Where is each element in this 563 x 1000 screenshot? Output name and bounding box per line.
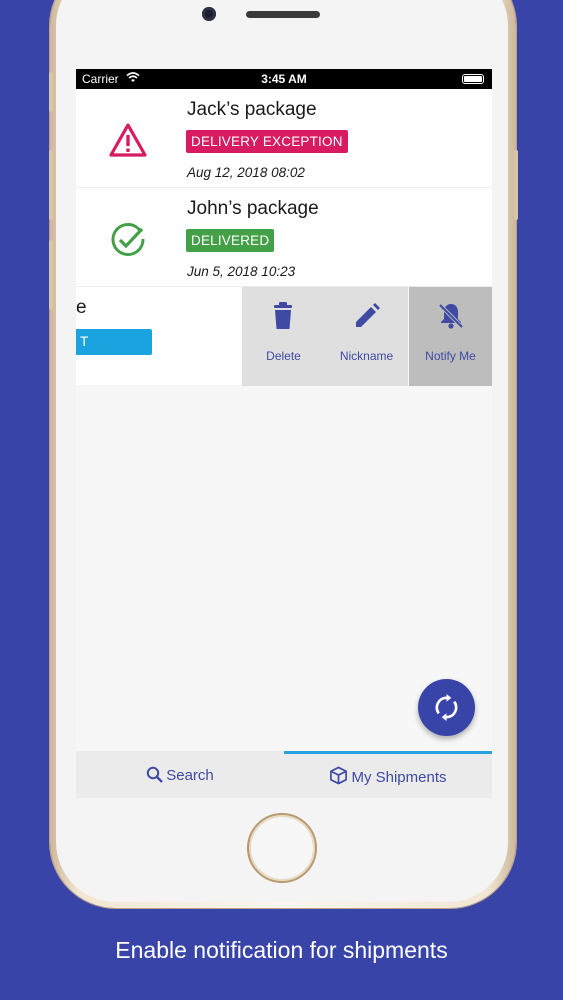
pencil-icon xyxy=(356,303,380,327)
shipment-row-jack[interactable]: Jack’s package DELIVERY EXCEPTION Aug 12… xyxy=(76,89,492,188)
app-screen: Carrier 3:45 AM Jack’s package DELIVERY … xyxy=(76,69,492,798)
shipment-date: Aug 12, 2018 08:02 xyxy=(187,165,305,180)
nickname-button[interactable]: Nickname xyxy=(325,287,408,386)
power-button xyxy=(514,150,518,220)
volume-down-button xyxy=(49,240,53,310)
notify-me-button[interactable]: Notify Me xyxy=(409,287,492,386)
shipment-name-fragment: e xyxy=(76,297,87,318)
tab-search-label: Search xyxy=(166,767,214,784)
search-icon xyxy=(147,766,164,783)
earpiece-speaker xyxy=(246,11,320,18)
refresh-icon xyxy=(435,693,458,722)
package-icon xyxy=(330,766,348,785)
delete-label: Delete xyxy=(266,349,301,363)
shipment-date: Jun 5, 2018 10:23 xyxy=(187,264,296,279)
refresh-button[interactable] xyxy=(418,679,475,736)
tab-my-shipments-label: My Shipments xyxy=(351,769,447,786)
warning-triangle-icon xyxy=(108,121,148,161)
status-badge: DELIVERY EXCEPTION xyxy=(186,130,348,153)
trash-icon xyxy=(274,302,292,329)
status-badge: DELIVERED xyxy=(186,229,275,252)
shipment-name: Jack’s package xyxy=(187,99,317,120)
front-camera xyxy=(202,7,216,21)
home-button xyxy=(247,813,317,883)
notify-me-label: Notify Me xyxy=(425,349,476,363)
mute-switch xyxy=(49,72,53,112)
clock: 3:45 AM xyxy=(261,72,307,86)
tab-search[interactable]: Search xyxy=(76,751,284,798)
battery-icon xyxy=(462,74,484,84)
shipment-name: John’s package xyxy=(187,198,319,219)
bell-off-icon xyxy=(438,303,464,329)
status-badge-fragment: T LOCATION xyxy=(76,329,152,375)
bottom-tab-bar: Search My Shipments xyxy=(76,751,492,798)
shipment-row-john[interactable]: John’s package DELIVERED Jun 5, 2018 10:… xyxy=(76,188,492,287)
check-circle-icon xyxy=(108,220,148,260)
volume-up-button xyxy=(49,150,53,220)
delete-button[interactable]: Delete xyxy=(242,287,325,386)
swiped-shipment-row[interactable]: e T LOCATION xyxy=(76,287,242,385)
nickname-label: Nickname xyxy=(339,349,394,363)
tab-my-shipments[interactable]: My Shipments xyxy=(284,751,492,798)
status-bar: Carrier 3:45 AM xyxy=(76,69,492,89)
promo-caption: Enable notification for shipments xyxy=(115,937,448,963)
